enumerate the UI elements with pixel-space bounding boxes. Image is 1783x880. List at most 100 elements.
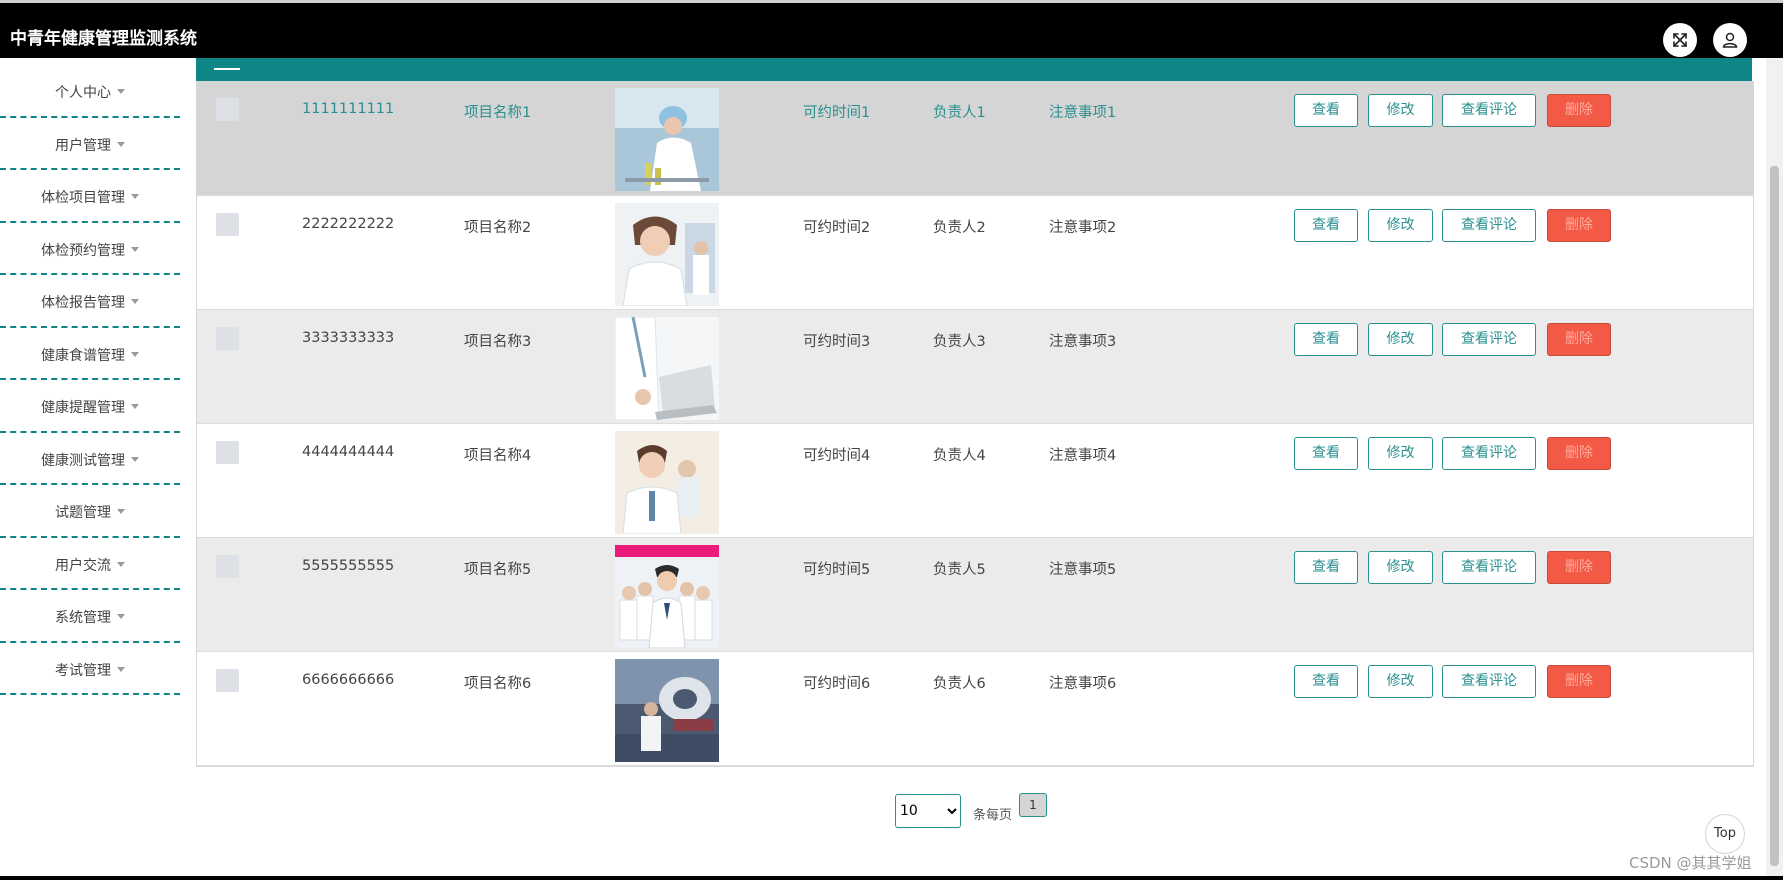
project-table: 1111111111 项目名称1 可约时间1 负责人1 注意事项1 查看 修改 … <box>196 81 1754 767</box>
sidebar-item-checkup-reports[interactable]: 体检报告管理 <box>0 278 180 328</box>
sidebar-item-checkup-appointments[interactable]: 体检预约管理 <box>0 226 180 275</box>
view-button[interactable]: 查看 <box>1294 94 1358 127</box>
delete-button[interactable]: 删除 <box>1547 323 1611 356</box>
table-row: 4444444444 项目名称4 可约时间4 负责人4 注意事项4 查看 修改 … <box>197 424 1753 538</box>
view-comments-button[interactable]: 查看评论 <box>1442 209 1536 242</box>
fullscreen-button[interactable] <box>1663 23 1697 57</box>
edit-button[interactable]: 修改 <box>1368 209 1433 242</box>
row-checkbox[interactable] <box>216 441 239 464</box>
sidebar-item-label: 个人中心 <box>55 85 111 101</box>
edit-button[interactable]: 修改 <box>1368 323 1433 356</box>
caret-down-icon <box>117 666 125 672</box>
caret-down-icon <box>131 456 139 462</box>
view-comments-button[interactable]: 查看评论 <box>1442 94 1536 127</box>
sidebar-item-label: 体检项目管理 <box>41 190 125 206</box>
bottom-border <box>0 876 1783 880</box>
caret-down-icon <box>117 561 125 567</box>
sidebar-item-user-management[interactable]: 用户管理 <box>0 121 180 170</box>
table-header-band <box>196 58 1752 81</box>
edit-button[interactable]: 修改 <box>1368 551 1433 584</box>
delete-button[interactable]: 删除 <box>1547 551 1611 584</box>
view-button[interactable]: 查看 <box>1294 551 1358 584</box>
delete-button[interactable]: 删除 <box>1547 94 1611 127</box>
cell-project-name: 项目名称3 <box>464 334 532 350</box>
caret-down-icon <box>117 614 125 619</box>
sidebar-item-healthy-recipes[interactable]: 健康食谱管理 <box>0 331 180 380</box>
sidebar-item-questions[interactable]: 试题管理 <box>0 488 180 538</box>
caret-down-icon <box>131 194 139 199</box>
scrollbar-thumb[interactable] <box>1770 166 1779 866</box>
project-image <box>615 88 719 191</box>
row-checkbox[interactable] <box>216 213 239 236</box>
caret-down-icon <box>117 141 125 147</box>
user-icon <box>1722 32 1738 48</box>
cell-owner: 负责人3 <box>933 334 986 350</box>
view-button[interactable]: 查看 <box>1294 437 1358 470</box>
cell-owner: 负责人1 <box>933 105 986 121</box>
view-comments-button[interactable]: 查看评论 <box>1442 437 1536 470</box>
project-image <box>615 431 719 534</box>
delete-button[interactable]: 删除 <box>1547 665 1611 698</box>
cell-available-time: 可约时间2 <box>803 220 871 236</box>
row-checkbox[interactable] <box>216 555 239 578</box>
cell-notes: 注意事项6 <box>1049 676 1117 692</box>
cell-project-name: 项目名称2 <box>464 220 532 236</box>
edit-button[interactable]: 修改 <box>1368 437 1433 470</box>
row-checkbox[interactable] <box>216 669 239 692</box>
view-comments-button[interactable]: 查看评论 <box>1442 551 1536 584</box>
sidebar-item-label: 健康测试管理 <box>41 452 125 469</box>
sidebar-item-label: 体检预约管理 <box>41 242 125 259</box>
sidebar-item-label: 体检报告管理 <box>41 295 125 311</box>
cell-notes: 注意事项1 <box>1049 105 1117 121</box>
sidebar-item-label: 考试管理 <box>55 662 111 679</box>
page-number-button[interactable]: 1 <box>1019 793 1047 817</box>
cell-notes: 注意事项4 <box>1049 448 1117 464</box>
sidebar-item-health-reminders[interactable]: 健康提醒管理 <box>0 383 180 433</box>
sidebar-item-exam-management[interactable]: 考试管理 <box>0 646 180 695</box>
sidebar: 个人中心 用户管理 体检项目管理 体检预约管理 体检报告管理 健康食谱管理 健康… <box>0 68 180 698</box>
sidebar-item-label: 用户管理 <box>55 137 111 154</box>
table-row: 2222222222 项目名称2 可约时间2 负责人2 注意事项2 查看 修改 … <box>197 196 1753 310</box>
sidebar-item-checkup-projects[interactable]: 体检项目管理 <box>0 173 180 223</box>
delete-button[interactable]: 删除 <box>1547 437 1611 470</box>
table-row: 5555555555 项目名称5 可约时间5 负责人5 注意事项5 查看 修改 … <box>197 538 1753 652</box>
edit-button[interactable]: 修改 <box>1368 665 1433 698</box>
edit-button[interactable]: 修改 <box>1368 94 1433 127</box>
cell-owner: 负责人5 <box>933 562 986 578</box>
sidebar-item-label: 试题管理 <box>55 505 111 521</box>
cell-id: 2222222222 <box>302 216 395 232</box>
cell-available-time: 可约时间4 <box>803 448 871 464</box>
cell-id: 5555555555 <box>302 558 395 574</box>
caret-down-icon <box>131 404 139 409</box>
select-all-indicator[interactable] <box>214 68 240 70</box>
delete-button[interactable]: 删除 <box>1547 209 1611 242</box>
row-checkbox[interactable] <box>216 327 239 350</box>
sidebar-item-system-management[interactable]: 系统管理 <box>0 593 180 643</box>
table-row: 6666666666 项目名称6 可约时间6 负责人6 注意事项6 查看 修改 … <box>197 652 1753 766</box>
table-row: 1111111111 项目名称1 可约时间1 负责人1 注意事项1 查看 修改 … <box>197 81 1753 196</box>
view-comments-button[interactable]: 查看评论 <box>1442 323 1536 356</box>
vertical-scrollbar[interactable] <box>1766 58 1783 880</box>
caret-down-icon <box>117 89 125 94</box>
view-button[interactable]: 查看 <box>1294 665 1358 698</box>
view-button[interactable]: 查看 <box>1294 209 1358 242</box>
project-image <box>615 317 719 420</box>
app-title: 中青年健康管理监测系统 <box>10 29 197 49</box>
cell-owner: 负责人4 <box>933 448 986 464</box>
view-button[interactable]: 查看 <box>1294 323 1358 356</box>
sidebar-item-user-exchange[interactable]: 用户交流 <box>0 541 180 590</box>
caret-down-icon <box>131 351 139 357</box>
cell-project-name: 项目名称1 <box>464 105 532 121</box>
cell-owner: 负责人6 <box>933 676 986 692</box>
view-comments-button[interactable]: 查看评论 <box>1442 665 1536 698</box>
cell-notes: 注意事项5 <box>1049 562 1117 578</box>
row-checkbox[interactable] <box>216 98 239 121</box>
sidebar-item-personal-center[interactable]: 个人中心 <box>0 68 180 118</box>
per-page-label: 条每页 <box>973 808 1013 823</box>
page-size-select[interactable]: 10 <box>895 794 961 828</box>
cell-notes: 注意事项2 <box>1049 220 1117 236</box>
sidebar-item-label: 健康食谱管理 <box>41 347 125 364</box>
user-menu-button[interactable] <box>1713 23 1747 57</box>
back-to-top-button[interactable]: Top <box>1705 814 1745 854</box>
sidebar-item-health-tests[interactable]: 健康测试管理 <box>0 436 180 485</box>
